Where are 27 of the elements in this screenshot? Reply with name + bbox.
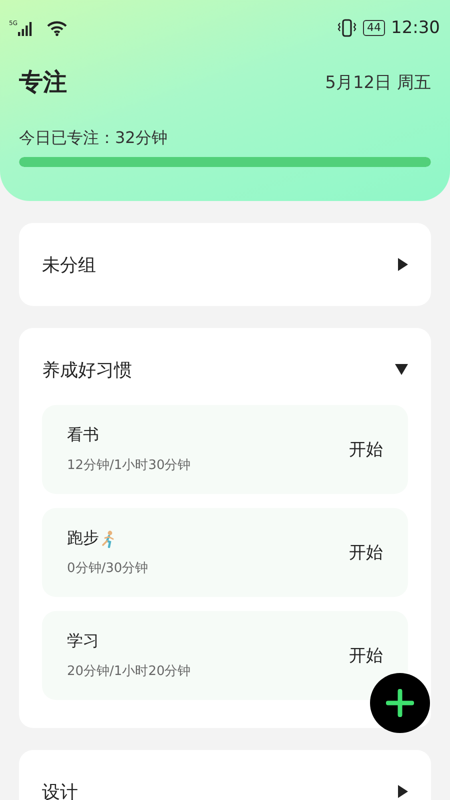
battery-indicator: 44 <box>363 20 385 36</box>
task-card[interactable]: 看书 12分钟/1小时30分钟 开始 <box>42 405 408 494</box>
clock-time: 12:30 <box>391 18 440 38</box>
vibrate-icon <box>337 19 357 37</box>
date-label: 5月12日 周五 <box>325 72 431 94</box>
today-focus-label: 今日已专注：32分钟 <box>19 128 168 149</box>
page-title: 专注 <box>19 67 67 98</box>
task-name: 跑步 <box>67 528 99 549</box>
task-name: 看书 <box>67 425 99 446</box>
group-name: 未分组 <box>42 254 96 276</box>
signal-icon <box>18 22 32 36</box>
group-name: 养成好习惯 <box>42 358 132 382</box>
group-name: 设计 <box>42 780 78 800</box>
task-progress-text: 12分钟/1小时30分钟 <box>67 457 191 474</box>
start-button[interactable]: 开始 <box>349 644 383 667</box>
start-button[interactable]: 开始 <box>349 541 383 564</box>
wifi-icon <box>47 20 68 36</box>
start-button[interactable]: 开始 <box>349 438 383 461</box>
task-card[interactable]: 跑步 0分钟/30分钟 开始 <box>42 508 408 597</box>
collapse-triangle-icon[interactable] <box>395 364 408 375</box>
task-card[interactable]: 学习 20分钟/1小时20分钟 开始 <box>42 611 408 700</box>
task-progress-text: 0分钟/30分钟 <box>67 560 148 577</box>
task-progress-text: 20分钟/1小时20分钟 <box>67 663 191 680</box>
plus-icon <box>386 689 414 717</box>
expand-triangle-icon[interactable] <box>398 258 408 271</box>
task-name: 学习 <box>67 631 99 652</box>
expand-triangle-icon[interactable] <box>398 785 408 798</box>
